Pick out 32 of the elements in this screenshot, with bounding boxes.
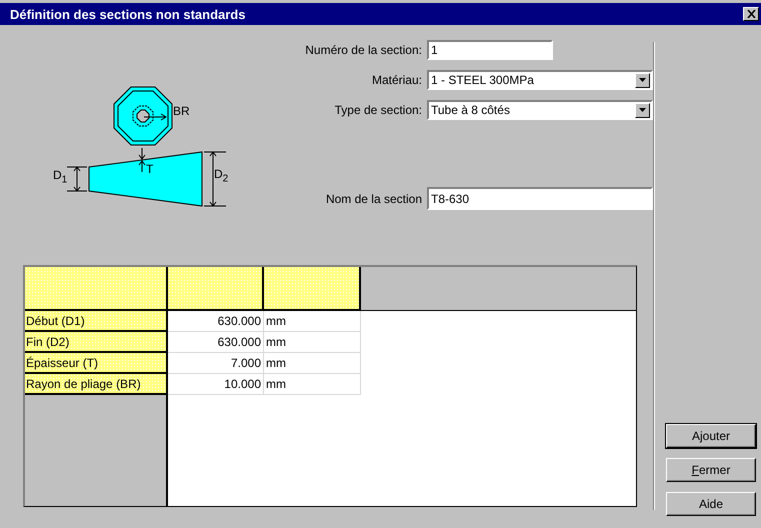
- row-header: Épaisseur (T): [25, 353, 168, 374]
- field-label: Matériau:: [372, 73, 422, 87]
- row-header: Fin (D2): [25, 332, 168, 353]
- input-field[interactable]: 1: [427, 40, 553, 60]
- table-cell[interactable]: 10.000: [168, 374, 264, 395]
- dimension-label: D$_{2}$: [214, 168, 228, 186]
- close-button[interactable]: [743, 7, 759, 21]
- table-cell: mm: [264, 311, 361, 332]
- table-cell: mm: [264, 374, 361, 395]
- dropdown-arrow-icon: [638, 108, 646, 112]
- input-field[interactable]: T8-630: [427, 187, 653, 210]
- table-cell[interactable]: 630.000: [168, 332, 264, 353]
- dropdown-arrow-icon: [638, 78, 646, 82]
- table-cell: mm: [264, 332, 361, 353]
- dialog-button[interactable]: Ajouter: [666, 424, 756, 448]
- close-icon: [746, 10, 756, 18]
- row-header: Rayon de pliage (BR): [25, 374, 168, 395]
- table-cell: mm: [264, 353, 361, 374]
- field-label: Nom de la section: [326, 192, 422, 206]
- dropdown[interactable]: 1 - STEEL 300MPa: [427, 70, 653, 90]
- dimension-label: D$_{1}$: [53, 169, 68, 186]
- dimension-label: BR: [173, 105, 190, 118]
- dimension-label: T: [146, 163, 154, 176]
- dropdown[interactable]: Tube à 8 côtés: [427, 100, 653, 120]
- dialog-button[interactable]: Aide: [666, 492, 756, 516]
- window-title: Définition des sections non standards: [10, 6, 246, 22]
- dialog-button[interactable]: Fermer: [666, 458, 756, 482]
- table-cell[interactable]: 7.000: [168, 353, 264, 374]
- field-label: Type de section:: [334, 103, 422, 117]
- table-cell[interactable]: 630.000: [168, 311, 264, 332]
- field-label: Numéro de la section:: [305, 43, 422, 57]
- row-header: Début (D1): [25, 311, 168, 332]
